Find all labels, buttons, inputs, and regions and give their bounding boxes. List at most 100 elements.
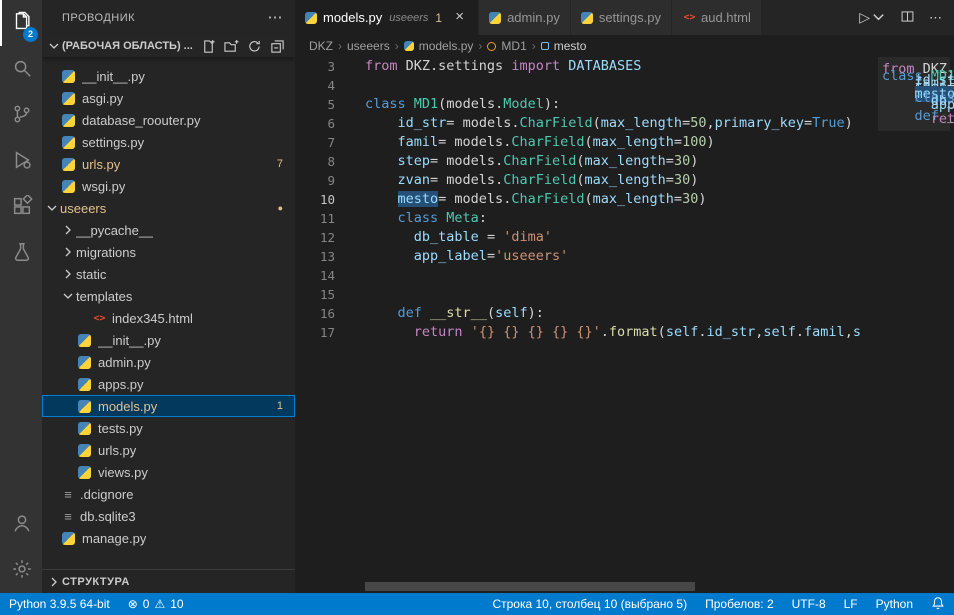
workspace-section-header[interactable]: (РАБОЧАЯ ОБЛАСТЬ) ... bbox=[42, 35, 295, 57]
tree-item-label: asgi.py bbox=[82, 91, 123, 106]
refresh-icon[interactable] bbox=[247, 39, 262, 54]
tab-aud-html[interactable]: <>aud.html bbox=[672, 0, 762, 35]
tree-item-tests-py[interactable]: tests.py bbox=[42, 417, 295, 439]
code-line[interactable]: class MD1(models.Model): bbox=[365, 95, 876, 114]
code-line[interactable] bbox=[365, 266, 876, 285]
split-editor-button[interactable] bbox=[900, 9, 915, 27]
breadcrumb-item-models-py[interactable]: models.py bbox=[404, 39, 474, 53]
python-file-icon bbox=[62, 92, 75, 105]
activity-settings-button[interactable] bbox=[0, 547, 42, 593]
tree-item--dcignore[interactable]: ≡.dcignore bbox=[42, 483, 295, 505]
more-actions-button[interactable]: ⋯ bbox=[929, 10, 942, 26]
tree-item-index345-html[interactable]: <>index345.html bbox=[42, 307, 295, 329]
minimap[interactable]: from DKZ.settings import DATABASES class… bbox=[880, 57, 948, 593]
line-number[interactable]: 8 bbox=[295, 152, 353, 171]
code-editor[interactable]: 34567891011121314151617 from DKZ.setting… bbox=[295, 57, 954, 593]
tree-item-settings-py[interactable]: settings.py bbox=[42, 131, 295, 153]
line-number[interactable]: 17 bbox=[295, 323, 353, 342]
tree-item-views-py[interactable]: views.py bbox=[42, 461, 295, 483]
code-line[interactable]: def __str__(self): bbox=[365, 304, 876, 323]
outline-section-header[interactable]: СТРУКТУРА bbox=[42, 569, 295, 593]
explorer-title: ПРОВОДНИК bbox=[62, 12, 135, 24]
explorer-more-actions-icon[interactable]: ⋯ bbox=[268, 10, 284, 25]
breadcrumb-item-md1[interactable]: MD1 bbox=[487, 39, 526, 53]
tree-item-label: manage.py bbox=[82, 531, 146, 546]
tree-item-asgi-py[interactable]: asgi.py bbox=[42, 87, 295, 109]
activity-bar: 2 bbox=[0, 0, 42, 593]
code-line[interactable]: return '{} {} {} {} {}'.format(self.id_s… bbox=[365, 323, 876, 342]
editor-actions: ▷ ⋯ bbox=[847, 0, 954, 35]
code-line[interactable]: db_table = 'dima' bbox=[365, 228, 876, 247]
tree-item-apps-py[interactable]: apps.py bbox=[42, 373, 295, 395]
status-encoding[interactable]: UTF-8 bbox=[783, 593, 835, 615]
line-number[interactable]: 11 bbox=[295, 209, 353, 228]
notifications-button[interactable] bbox=[922, 593, 954, 615]
line-number[interactable]: 7 bbox=[295, 133, 353, 152]
tab-folder-hint: useeers bbox=[389, 12, 428, 24]
tree-item-useeers[interactable]: useeers● bbox=[42, 197, 295, 219]
status-problems[interactable]: ⊗0⚠10 bbox=[119, 593, 193, 615]
activity-run-debug-button[interactable] bbox=[0, 138, 42, 184]
tree-item--pycache-[interactable]: __pycache__ bbox=[42, 219, 295, 241]
tree-item--init-py[interactable]: __init__.py bbox=[42, 329, 295, 351]
explorer-sidebar: ПРОВОДНИК ⋯ (РАБОЧАЯ ОБЛАСТЬ) ... bbox=[42, 0, 295, 593]
activity-accounts-button[interactable] bbox=[0, 501, 42, 547]
code-line[interactable]: famil= models.CharField(max_length=100) bbox=[365, 133, 876, 152]
python-file-icon bbox=[62, 136, 75, 149]
code-line[interactable]: id_str= models.CharField(max_length=50,p… bbox=[365, 114, 876, 133]
tree-item-migrations[interactable]: migrations bbox=[42, 241, 295, 263]
tree-item-db-sqlite3[interactable]: ≡db.sqlite3 bbox=[42, 505, 295, 527]
tree-item-urls-py[interactable]: urls.py bbox=[42, 439, 295, 461]
code-line[interactable] bbox=[365, 76, 876, 95]
line-number[interactable]: 16 bbox=[295, 304, 353, 323]
tree-item-admin-py[interactable]: admin.py bbox=[42, 351, 295, 373]
breadcrumb-item-useeers[interactable]: useeers bbox=[347, 39, 390, 53]
tab-admin-py[interactable]: admin.py bbox=[479, 0, 571, 35]
activity-extensions-button[interactable] bbox=[0, 184, 42, 230]
close-icon[interactable]: × bbox=[451, 9, 468, 26]
line-number[interactable]: 14 bbox=[295, 266, 353, 285]
code-line[interactable]: app_label='useeers' bbox=[365, 247, 876, 266]
tree-item-static[interactable]: static bbox=[42, 263, 295, 285]
breadcrumb-item-dkz[interactable]: DKZ bbox=[309, 39, 333, 53]
line-number[interactable]: 10 bbox=[295, 190, 353, 209]
line-number[interactable]: 9 bbox=[295, 171, 353, 190]
tree-item-templates[interactable]: templates bbox=[42, 285, 295, 307]
code-line[interactable]: step= models.CharField(max_length=30) bbox=[365, 152, 876, 171]
code-line[interactable]: zvan= models.CharField(max_length=30) bbox=[365, 171, 876, 190]
activity-explorer-button[interactable]: 2 bbox=[0, 0, 42, 46]
status-python-interpreter[interactable]: Python 3.9.5 64-bit bbox=[0, 593, 119, 615]
line-number[interactable]: 4 bbox=[295, 76, 353, 95]
horizontal-scrollbar[interactable] bbox=[365, 582, 695, 591]
line-number[interactable]: 6 bbox=[295, 114, 353, 133]
status-language-mode[interactable]: Python bbox=[867, 593, 922, 615]
code-line[interactable] bbox=[365, 285, 876, 304]
line-number[interactable]: 13 bbox=[295, 247, 353, 266]
breadcrumb-item-mesto[interactable]: mesto bbox=[541, 39, 587, 53]
line-number[interactable]: 15 bbox=[295, 285, 353, 304]
tree-item-wsgi-py[interactable]: wsgi.py bbox=[42, 175, 295, 197]
line-number[interactable]: 12 bbox=[295, 228, 353, 247]
collapse-all-icon[interactable] bbox=[270, 39, 285, 54]
new-folder-icon[interactable] bbox=[224, 39, 239, 54]
status-cursor-position[interactable]: Строка 10, столбец 10 (выбрано 5) bbox=[483, 593, 696, 615]
status-eol[interactable]: LF bbox=[835, 593, 867, 615]
tree-item-database-roouter-py[interactable]: database_roouter.py bbox=[42, 109, 295, 131]
status-indentation[interactable]: Пробелов: 2 bbox=[696, 593, 783, 615]
code-line[interactable]: class Meta: bbox=[365, 209, 876, 228]
activity-search-button[interactable] bbox=[0, 46, 42, 92]
tab-settings-py[interactable]: settings.py bbox=[571, 0, 672, 35]
line-number[interactable]: 3 bbox=[295, 57, 353, 76]
new-file-icon[interactable] bbox=[201, 39, 216, 54]
code-line[interactable]: from DKZ.settings import DATABASES bbox=[365, 57, 876, 76]
activity-source-control-button[interactable] bbox=[0, 92, 42, 138]
activity-testing-button[interactable] bbox=[0, 230, 42, 276]
tree-item-models-py[interactable]: models.py1 bbox=[42, 395, 295, 417]
tree-item-urls-py[interactable]: urls.py7 bbox=[42, 153, 295, 175]
tree-item-manage-py[interactable]: manage.py bbox=[42, 527, 295, 549]
tree-item--init-py[interactable]: __init__.py bbox=[42, 65, 295, 87]
line-number[interactable]: 5 bbox=[295, 95, 353, 114]
run-button[interactable]: ▷ bbox=[859, 9, 886, 27]
tab-models-py[interactable]: models.pyuseeers1× bbox=[295, 0, 479, 35]
code-line[interactable]: mesto= models.CharField(max_length=30) bbox=[365, 190, 876, 209]
